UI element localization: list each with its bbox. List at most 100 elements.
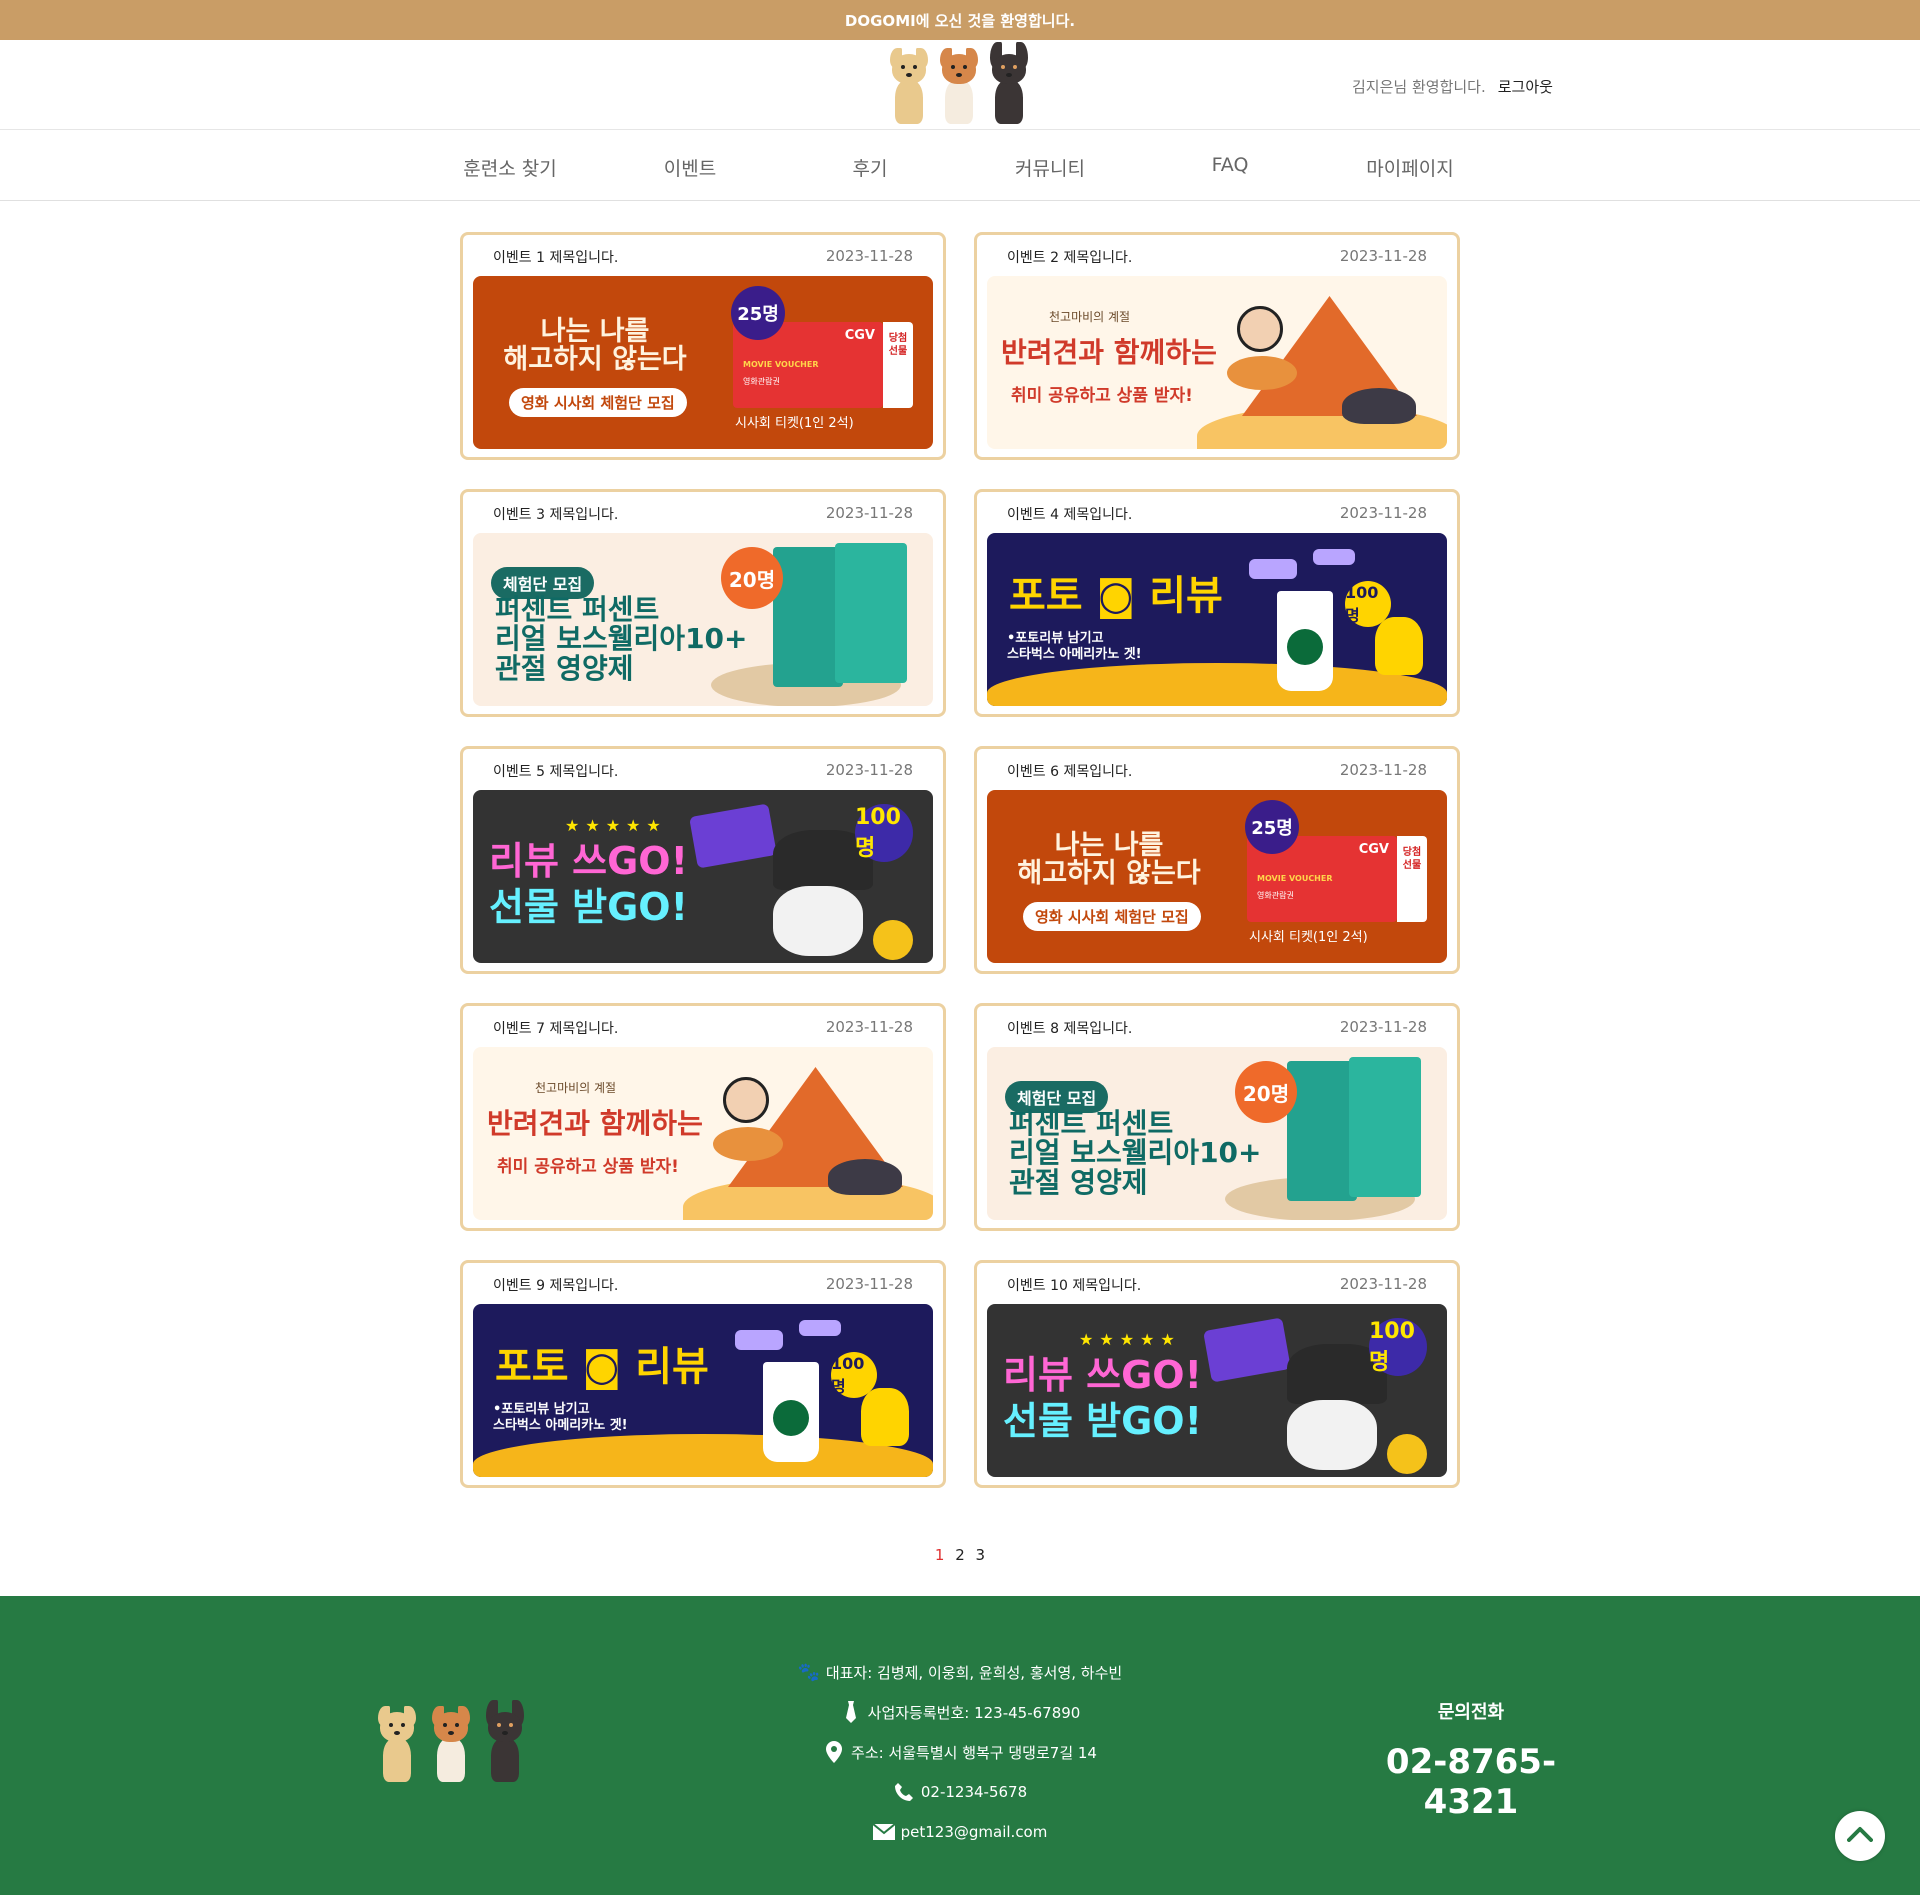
- banner-headline: 반려견과 함께하는: [487, 1107, 703, 1140]
- banner-headline: 반려견과 함께하는: [1001, 336, 1217, 369]
- welcome-bar: DOGOMI에 오신 것을 환영합니다.: [0, 0, 1920, 40]
- event-banner-movie[interactable]: 나는 나를 해고하지 않는다 영화 시사회 체험단 모집 CGV MOVIE V…: [473, 276, 933, 449]
- product-box-icon: [773, 547, 843, 687]
- chevron-up-icon: [1847, 1826, 1873, 1846]
- stars-icon: ★★★★★: [1079, 1330, 1181, 1349]
- product-box-icon: [835, 543, 907, 683]
- event-date: 2023-11-28: [1339, 504, 1427, 522]
- page-link-1[interactable]: 1: [935, 1546, 945, 1564]
- event-date: 2023-11-28: [825, 1275, 913, 1293]
- banner-headline: 포토 ◙ 리뷰: [1009, 573, 1223, 619]
- panda-icon: [1287, 1400, 1377, 1470]
- event-banner-supplement[interactable]: 20명 체험단 모집 퍼센트 퍼센트 리얼 보스웰리아10+ 관절 영양제: [473, 533, 933, 706]
- tie-icon: [840, 1701, 862, 1723]
- banner-small-text: 천고마비의 계절: [535, 1081, 617, 1095]
- scroll-top-button[interactable]: [1835, 1811, 1885, 1861]
- chat-bubble-icon: [1249, 559, 1297, 579]
- nav-item-mypage[interactable]: 마이페이지: [1320, 154, 1500, 181]
- event-banner-supplement[interactable]: 20명 체험단 모집 퍼센트 퍼센트 리얼 보스웰리아10+ 관절 영양제: [987, 1047, 1447, 1220]
- event-banner-photo[interactable]: 100명 포토 ◙ 리뷰 •포토리뷰 남기고 스타벅스 아메리카노 겟!: [473, 1304, 933, 1477]
- guitar-icon: [713, 1127, 783, 1161]
- banner-headline: 퍼센트 퍼센트 리얼 보스웰리아10+ 관절 영양제: [1009, 1107, 1262, 1199]
- event-date: 2023-11-28: [1339, 247, 1427, 265]
- event-banner-review[interactable]: ★★★★★ 리뷰 쓰GO! 선물 받GO! 100명: [987, 1304, 1447, 1477]
- site-logo[interactable]: [888, 42, 1038, 126]
- ticket-stub: 당첨 선물: [1397, 836, 1427, 922]
- banner-headline: 리뷰 쓰GO!: [489, 839, 688, 883]
- site-footer: 🐾 대표자: 김병제, 이웅희, 윤희성, 홍서영, 하수빈 사업자등록번호: …: [0, 1596, 1920, 1895]
- product-box-icon: [1287, 1061, 1357, 1201]
- puppy-icon: [828, 1159, 902, 1195]
- coffee-logo-icon: [1287, 629, 1323, 665]
- event-card[interactable]: 이벤트 2 제목입니다. 2023-11-28 천고마비의 계절 반려견과 함께…: [974, 232, 1460, 460]
- phone-icon: [893, 1781, 915, 1803]
- puppy-icon: [1342, 388, 1416, 424]
- footer-row: 🐾 대표자: 김병제, 이웅희, 윤희성, 홍서영, 하수빈: [0, 1652, 1920, 1692]
- location-pin-icon: [823, 1741, 845, 1763]
- ticket-stub: 당첨 선물: [883, 322, 913, 408]
- ticket-voucher-sub: 영화관람권: [1257, 891, 1294, 900]
- nav-item-events[interactable]: 이벤트: [600, 154, 780, 181]
- event-title: 이벤트 5 제목입니다.: [493, 764, 619, 780]
- person-icon: [861, 1388, 909, 1446]
- page-link-2[interactable]: 2: [955, 1546, 965, 1564]
- panda-icon: [773, 886, 863, 956]
- event-date: 2023-11-28: [1339, 1018, 1427, 1036]
- event-title: 이벤트 3 제목입니다.: [493, 507, 619, 523]
- banner-caption: 시사회 티켓(1인 2석): [1249, 930, 1368, 945]
- event-card[interactable]: 이벤트 4 제목입니다. 2023-11-28 100명 포토 ◙ 리뷰 •포토…: [974, 489, 1460, 717]
- event-card[interactable]: 이벤트 6 제목입니다. 2023-11-28 나는 나를 해고하지 않는다 영…: [974, 746, 1460, 974]
- gift-card-icon: [689, 803, 777, 869]
- event-title: 이벤트 6 제목입니다.: [1007, 764, 1133, 780]
- banner-headline: 퍼센트 퍼센트 리얼 보스웰리아10+ 관절 영양제: [495, 593, 748, 685]
- banner-sub: 취미 공유하고 상품 받자!: [497, 1157, 679, 1177]
- banner-headline: 포토 ◙ 리뷰: [495, 1344, 709, 1390]
- event-card[interactable]: 이벤트 3 제목입니다. 2023-11-28 20명 체험단 모집 퍼센트 퍼…: [460, 489, 946, 717]
- event-title: 이벤트 10 제목입니다.: [1007, 1278, 1142, 1294]
- coin-icon: [1387, 1434, 1427, 1474]
- banner-headline: 나는 나를 해고하지 않는다: [503, 316, 687, 376]
- nav-item-reviews[interactable]: 후기: [780, 154, 960, 181]
- event-card[interactable]: 이벤트 1 제목입니다. 2023-11-28 나는 나를 해고하지 않는다 영…: [460, 232, 946, 460]
- logout-link[interactable]: 로그아웃: [1498, 76, 1553, 97]
- banner-badge: 100명: [855, 804, 913, 862]
- banner-sub: •포토리뷰 남기고 스타벅스 아메리카노 겟!: [1007, 631, 1142, 662]
- event-card[interactable]: 이벤트 5 제목입니다. 2023-11-28 ★★★★★ 리뷰 쓰GO! 선물…: [460, 746, 946, 974]
- event-banner-autumn[interactable]: 천고마비의 계절 반려견과 함께하는 취미 공유하고 상품 받자!: [473, 1047, 933, 1220]
- event-card[interactable]: 이벤트 8 제목입니다. 2023-11-28 20명 체험단 모집 퍼센트 퍼…: [974, 1003, 1460, 1231]
- site-header: 김지은님 환영합니다. 로그아웃: [0, 40, 1920, 130]
- person-icon: [1237, 306, 1283, 352]
- event-banner-movie[interactable]: 나는 나를 해고하지 않는다 영화 시사회 체험단 모집 CGV MOVIE V…: [987, 790, 1447, 963]
- nav-item-community[interactable]: 커뮤니티: [960, 154, 1140, 181]
- welcome-text: DOGOMI에 오신 것을 환영합니다.: [844, 11, 1076, 30]
- event-card[interactable]: 이벤트 10 제목입니다. 2023-11-28 ★★★★★ 리뷰 쓰GO! 선…: [974, 1260, 1460, 1488]
- nav-item-faq[interactable]: FAQ: [1140, 154, 1320, 176]
- footer-address: 주소: 서울특별시 행복구 댕댕로7길 14: [851, 1743, 1097, 1762]
- stars-icon: ★★★★★: [565, 816, 667, 835]
- footer-row: 02-1234-5678: [0, 1772, 1920, 1812]
- banner-badge: 100명: [831, 1352, 877, 1398]
- footer-info: 🐾 대표자: 김병제, 이웅희, 윤희성, 홍서영, 하수빈 사업자등록번호: …: [0, 1652, 1920, 1852]
- chat-bubble-icon: [1313, 549, 1355, 565]
- ticket-voucher: MOVIE VOUCHER: [743, 360, 819, 369]
- banner-sub: 취미 공유하고 상품 받자!: [1011, 386, 1193, 406]
- coffee-logo-icon: [773, 1400, 809, 1436]
- event-banner-review[interactable]: ★★★★★ 리뷰 쓰GO! 선물 받GO! 100명: [473, 790, 933, 963]
- event-banner-photo[interactable]: 100명 포토 ◙ 리뷰 •포토리뷰 남기고 스타벅스 아메리카노 겟!: [987, 533, 1447, 706]
- banner-badge: 100명: [1345, 581, 1391, 627]
- page-link-3[interactable]: 3: [976, 1546, 986, 1564]
- nav-item-training-center[interactable]: 훈련소 찾기: [420, 154, 600, 181]
- person-icon: [1375, 617, 1423, 675]
- banner-headline: 리뷰 쓰GO!: [1003, 1353, 1202, 1397]
- banner-badge: 25명: [731, 286, 785, 340]
- footer-phone: 02-1234-5678: [920, 1783, 1028, 1801]
- footer-representative: 대표자: 김병제, 이웅희, 윤희성, 홍서영, 하수빈: [825, 1663, 1123, 1682]
- event-card[interactable]: 이벤트 9 제목입니다. 2023-11-28 100명 포토 ◙ 리뷰 •포토…: [460, 1260, 946, 1488]
- event-title: 이벤트 8 제목입니다.: [1007, 1021, 1133, 1037]
- banner-pill: 영화 시사회 체험단 모집: [1023, 902, 1201, 931]
- event-banner-autumn[interactable]: 천고마비의 계절 반려견과 함께하는 취미 공유하고 상품 받자!: [987, 276, 1447, 449]
- banner-badge: 25명: [1245, 800, 1299, 854]
- ticket-brand: CGV: [1358, 842, 1389, 857]
- event-card[interactable]: 이벤트 7 제목입니다. 2023-11-28 천고마비의 계절 반려견과 함께…: [460, 1003, 946, 1231]
- footer-contact: 문의전화 02-8765-4321: [1366, 1698, 1576, 1822]
